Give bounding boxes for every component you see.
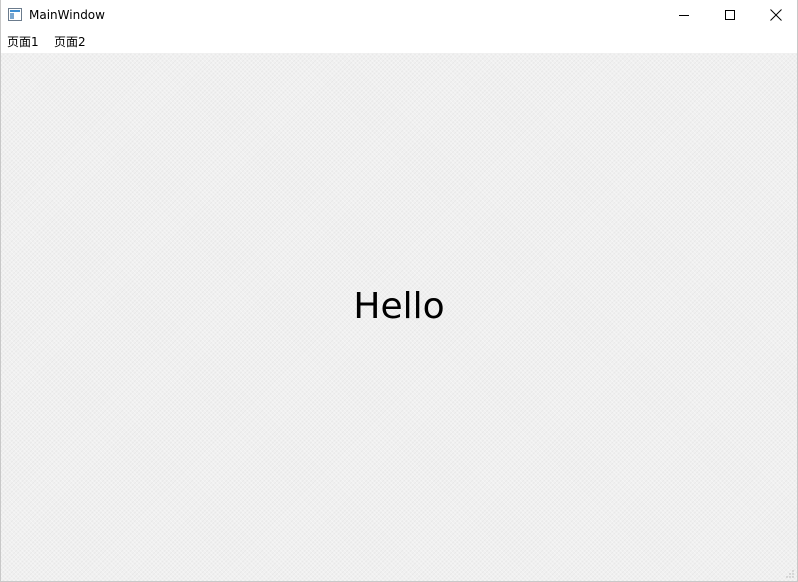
maximize-icon: [725, 10, 735, 20]
hello-label: Hello: [353, 286, 445, 327]
close-icon: [770, 9, 782, 21]
app-window-icon: [8, 8, 22, 21]
minimize-icon: [679, 15, 689, 16]
menu-item-page-1[interactable]: 页面1: [7, 34, 39, 50]
maximize-button[interactable]: [707, 0, 753, 30]
window-title: MainWindow: [29, 8, 105, 22]
central-content-area: Hello: [1, 53, 797, 581]
resize-grip-icon[interactable]: [785, 569, 795, 579]
menu-bar: 页面1 页面2: [1, 31, 797, 53]
close-button[interactable]: [753, 0, 797, 30]
menu-item-page-2[interactable]: 页面2: [54, 34, 86, 50]
minimize-button[interactable]: [661, 0, 707, 30]
main-window: MainWindow 页面1 页面2 Hello: [0, 0, 798, 582]
title-bar[interactable]: MainWindow: [1, 0, 797, 31]
